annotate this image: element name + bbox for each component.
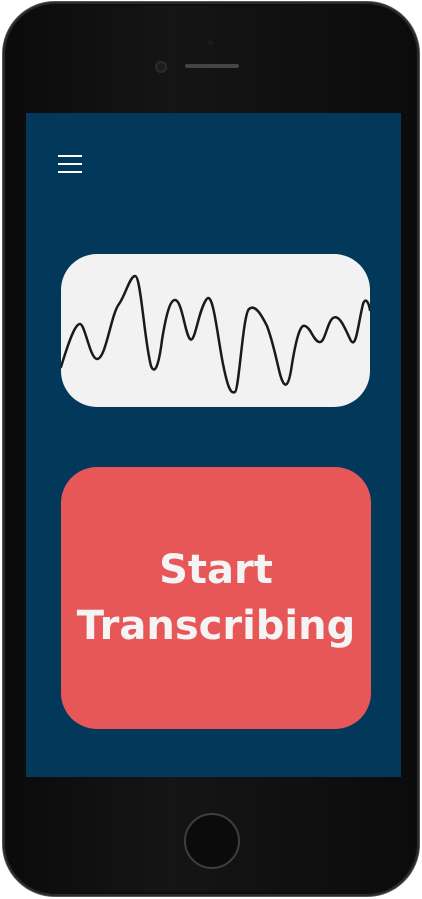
app-stage: Start Transcribing — [0, 0, 422, 899]
app-screen: Start Transcribing — [26, 113, 401, 777]
waveform-icon — [61, 274, 370, 394]
hamburger-icon — [58, 155, 82, 173]
menu-button[interactable] — [56, 153, 84, 177]
waveform-display — [61, 254, 370, 407]
home-button[interactable] — [184, 813, 240, 869]
start-transcribing-button[interactable]: Start Transcribing — [61, 467, 371, 729]
earpiece-speaker — [185, 64, 239, 68]
phone-frame: Start Transcribing — [3, 2, 419, 896]
proximity-sensor — [208, 40, 213, 45]
front-camera — [155, 61, 167, 73]
start-transcribing-label: Start Transcribing — [76, 547, 356, 649]
